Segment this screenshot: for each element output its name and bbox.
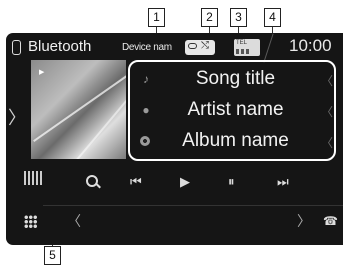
scroll-text-button[interactable]: 〈 xyxy=(321,72,333,89)
tel-label: TEL xyxy=(236,40,248,46)
scroll-text-button[interactable]: 〈 xyxy=(321,103,333,120)
bluetooth-player-screen: Bluetooth Device nam ⤭ TEL 10:00 〉 ▶ ♪ S… xyxy=(6,33,343,245)
home-grid-icon[interactable] xyxy=(24,215,37,228)
song-title-row[interactable]: ♪ Song title 〈 xyxy=(130,65,334,96)
shuffle-icon: ⤭ xyxy=(201,40,209,51)
play-button[interactable]: ▶ xyxy=(180,174,190,190)
artist-icon: ● xyxy=(142,103,150,117)
album-artwork: ▶ xyxy=(31,60,126,159)
play-indicator-icon: ▶ xyxy=(39,69,45,76)
bottom-bar-divider xyxy=(43,205,343,206)
scroll-text-button[interactable]: 〈 xyxy=(321,134,333,151)
track-info-panel[interactable]: ♪ Song title 〈 ● Artist name 〈 Album nam… xyxy=(128,60,336,161)
signal-icon xyxy=(236,49,256,54)
clock: 10:00 xyxy=(289,36,332,55)
header-divider xyxy=(263,33,274,63)
callout-1: 1 xyxy=(148,8,165,27)
tel-status-indicator: TEL xyxy=(234,39,260,56)
source-title: Bluetooth xyxy=(28,38,92,55)
device-name: Device nam xyxy=(122,42,172,53)
callout-2: 2 xyxy=(201,8,218,27)
album-name-row[interactable]: Album name 〈 xyxy=(130,127,334,158)
side-menu-button[interactable]: 〉 xyxy=(8,81,26,155)
phone-call-icon[interactable]: ☎ xyxy=(323,214,338,228)
disc-icon xyxy=(140,136,150,146)
next-track-button[interactable]: ⏭ xyxy=(277,174,289,190)
shortcut-right-button[interactable]: 〉 xyxy=(297,211,311,231)
repeat-icon xyxy=(188,43,197,49)
artist-name: Artist name xyxy=(187,99,284,120)
song-title: Song title xyxy=(195,68,276,89)
callout-3: 3 xyxy=(230,8,247,27)
phone-icon xyxy=(12,40,21,55)
callout-5: 5 xyxy=(44,246,61,265)
search-icon[interactable] xyxy=(86,175,98,187)
previous-track-button[interactable]: ⏮ xyxy=(130,174,142,190)
callout-4: 4 xyxy=(264,8,281,27)
music-note-icon: ♪ xyxy=(143,72,149,86)
playback-mode-indicators: ⤭ xyxy=(185,40,215,55)
pause-button[interactable]: ⏸ xyxy=(228,174,235,190)
album-name: Album name xyxy=(182,130,289,151)
shortcut-left-button[interactable]: 〈 xyxy=(67,211,81,231)
artist-name-row[interactable]: ● Artist name 〈 xyxy=(130,96,334,127)
equalizer-icon[interactable] xyxy=(24,171,42,185)
